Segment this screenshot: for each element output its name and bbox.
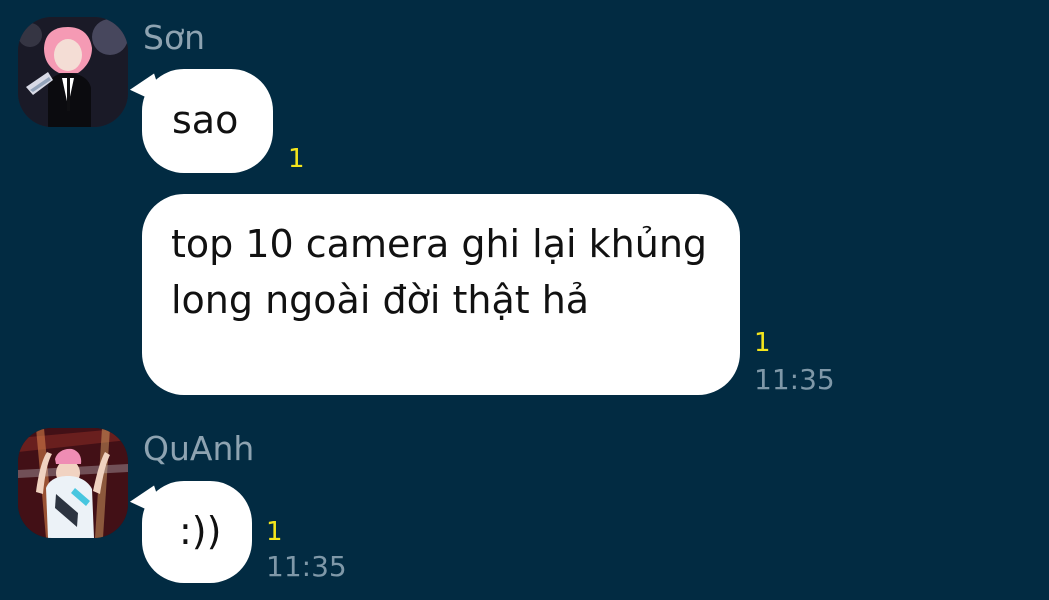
message-bubble[interactable]: sao [127, 69, 273, 173]
message-time: 11:35 [266, 550, 347, 583]
sender-name: QuAnh [143, 429, 255, 468]
message-text: sao [172, 98, 239, 142]
bubble-tail [127, 485, 165, 527]
avatar-son[interactable] [18, 17, 128, 127]
unread-count: 1 [266, 517, 283, 547]
message-text: :)) [179, 509, 222, 553]
message-bubble[interactable]: :)) [127, 481, 252, 583]
avatar-quanh[interactable] [18, 428, 128, 538]
unread-count: 1 [288, 144, 305, 174]
sender-name: Sơn [143, 18, 206, 57]
message-text: top 10 camera ghi lại khủng long ngoài đ… [171, 222, 708, 322]
message-bubble[interactable]: top 10 camera ghi lại khủng long ngoài đ… [142, 194, 740, 395]
unread-count: 1 [754, 328, 771, 358]
message-time: 11:35 [754, 363, 835, 396]
bubble-tail [127, 73, 165, 115]
